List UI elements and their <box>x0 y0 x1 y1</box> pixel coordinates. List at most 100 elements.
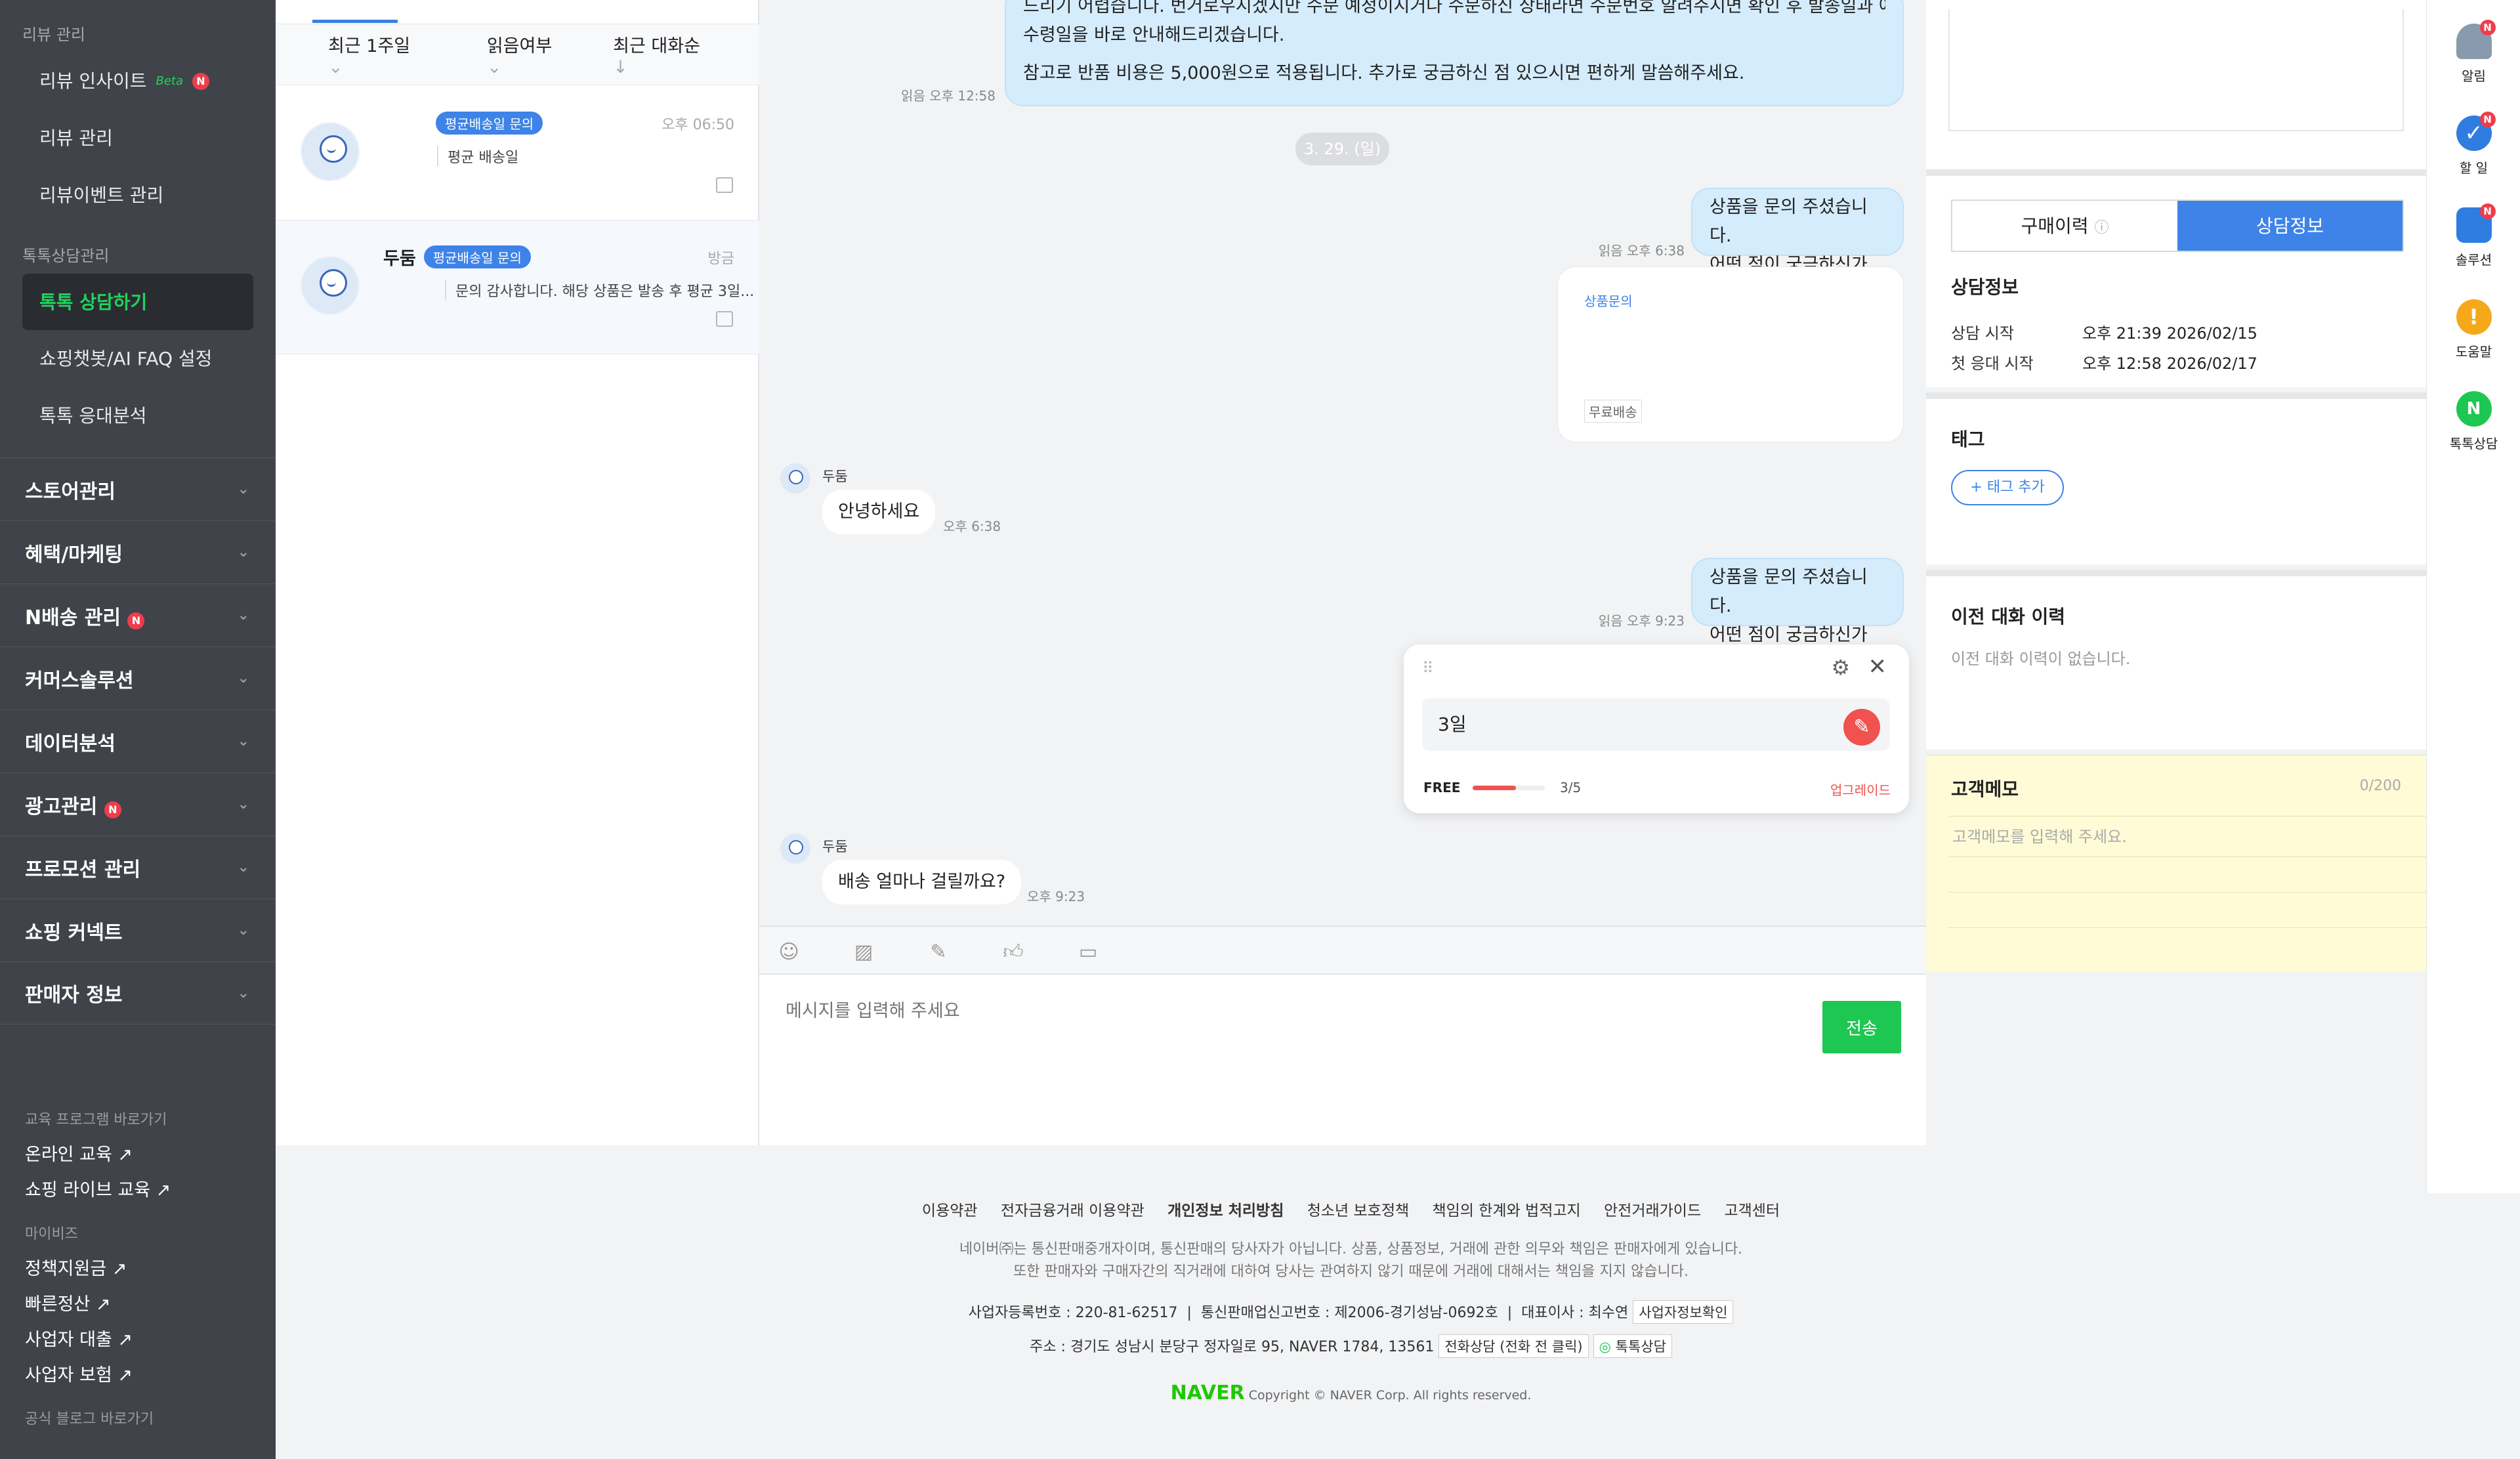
footer-copyright: NAVER Copyright © NAVER Corp. All rights… <box>1170 1382 1532 1405</box>
footer-link-support[interactable]: 고객센터 <box>1724 1202 1780 1219</box>
inquiry-tag: 평균배송일 문의 <box>423 245 531 268</box>
sidebar-group-seller[interactable]: 판매자 정보 ⌄ <box>0 962 276 1025</box>
rail-solutions[interactable]: N 솔루션 <box>2427 203 2520 268</box>
sidebar-group-store[interactable]: 스토어관리 ⌄ <box>0 457 276 520</box>
sidebar-group-data[interactable]: 데이터분석 ⌄ <box>0 709 276 772</box>
rail-notifications[interactable]: N 알림 <box>2427 20 2520 85</box>
phone-consult-button[interactable]: 전화상담 (전화 전 클릭) <box>1438 1334 1589 1358</box>
sidebar-group-marketing[interactable]: 혜택/마케팅 ⌄ <box>0 520 276 583</box>
pencil-icon[interactable]: ✎ <box>927 941 950 963</box>
composer: 전송 <box>759 975 1926 1145</box>
ai-wand-button[interactable]: ✎ <box>1843 709 1880 746</box>
chevron-down-icon: ⌄ <box>237 481 249 497</box>
active-tab-indicator <box>312 20 398 23</box>
blog-section-title: 공식 블로그 바로가기 <box>25 1411 154 1427</box>
sidebar-group-ads[interactable]: 광고관리 N ⌄ <box>0 772 276 835</box>
info-tabs: 구매이력 ⓘ 상담정보 <box>1951 200 2404 252</box>
drag-handle-icon[interactable]: ⠿ <box>1422 659 1434 677</box>
footer-link-privacy[interactable]: 개인정보 처리방침 <box>1167 1202 1284 1219</box>
filter-period[interactable]: 최근 1주일 ⌄ <box>302 32 444 77</box>
message-input[interactable] <box>786 1001 1770 1021</box>
thumbs-up-icon[interactable]: 👍︎ <box>1002 941 1024 963</box>
rail-todo[interactable]: ✓ N 할 일 <box>2427 112 2520 177</box>
edu-section-title: 교육 프로그램 바로가기 <box>25 1112 167 1128</box>
tab-purchase-history[interactable]: 구매이력 ⓘ <box>1952 201 2177 251</box>
footer: 이용약관 전자금융거래 이용약관 개인정보 처리방침 청소년 보호정책 책임의 … <box>276 1145 2426 1459</box>
footer-links: 이용약관 전자금융거래 이용약관 개인정보 처리방침 청소년 보호정책 책임의 … <box>276 1198 2426 1220</box>
footer-link-safety[interactable]: 안전거래가이드 <box>1604 1202 1701 1219</box>
tag-title: 태그 <box>1951 429 1985 450</box>
sidebar-group-connect[interactable]: 쇼핑 커넥트 ⌄ <box>0 899 276 962</box>
sidebar-item-talk-consult[interactable]: 톡톡 상담하기 <box>22 274 253 330</box>
image-icon[interactable]: ▨ <box>852 941 875 963</box>
footer-notice: 또한 판매자와 구매자간의 직거래에 대하여 당사는 관여하지 않기 때문에 거… <box>1013 1263 1689 1280</box>
sidebar-item-review-insight[interactable]: 리뷰 인사이트 Beta N <box>0 53 276 110</box>
chevron-down-icon: ⌄ <box>237 984 249 1002</box>
link-live-edu[interactable]: 쇼핑 라이브 교육 ↗ <box>0 1173 276 1208</box>
close-icon[interactable]: ✕ <box>1868 654 1887 680</box>
conversation-time: 방금 <box>707 251 734 267</box>
rail-help[interactable]: ! 도움말 <box>2427 299 2520 360</box>
gear-icon[interactable]: ⚙ <box>1831 655 1850 680</box>
sidebar-group-delivery[interactable]: N배송 관리 N ⌄ <box>0 583 276 646</box>
sidebar-group-promotion[interactable]: 프로모션 관리 ⌄ <box>0 835 276 899</box>
link-fast-settle[interactable]: 빠른정산 ↗ <box>0 1287 276 1322</box>
sidebar-item-chatbot-faq[interactable]: 쇼핑챗봇/AI FAQ 설정 <box>0 330 276 387</box>
link-policy-fund[interactable]: 정책지원금 ↗ <box>0 1252 276 1287</box>
conversation-item[interactable]: 두둠 평균배송일 문의 방금 문의 감사합니다. 해당 상품은 발송 후 평균 3… <box>276 221 759 354</box>
memo-count: 0/200 <box>2359 778 2401 794</box>
quick-reply-input[interactable]: 3일 ✎ <box>1422 698 1889 751</box>
incoming-message: 안녕하세요 <box>822 490 936 534</box>
naver-logo: NAVER <box>1170 1382 1245 1405</box>
sidebar-item-talk-analysis[interactable]: 톡톡 응대분석 <box>0 387 276 444</box>
open-link-icon[interactable] <box>716 311 733 327</box>
upgrade-link[interactable]: 업그레이드 <box>1830 780 1891 799</box>
send-button[interactable]: 전송 <box>1822 1001 1901 1053</box>
conversation-time: 오후 06:50 <box>662 117 734 133</box>
sidebar: 리뷰 관리 리뷰 인사이트 Beta N 리뷰 관리 리뷰이벤트 관리 톡톡상담관리… <box>0 0 276 1459</box>
chevron-down-icon: ⌄ <box>237 733 249 750</box>
sidebar-item-review-manage[interactable]: 리뷰 관리 <box>0 110 276 167</box>
help-icon: ! <box>2456 299 2492 335</box>
product-inquiry-label: 상품문의 <box>1584 293 1633 309</box>
arrow-down-icon: ↓ <box>613 57 628 77</box>
sort-select[interactable]: 최근 대화순 ↓ <box>587 32 733 77</box>
link-biz-insurance[interactable]: 사업자 보험 ↗ <box>0 1358 276 1393</box>
chevron-down-icon: ⌄ <box>237 607 249 624</box>
open-link-icon[interactable] <box>716 177 733 193</box>
chevron-down-icon: ⌄ <box>328 57 343 77</box>
footer-link-youth[interactable]: 청소년 보호정책 <box>1307 1202 1409 1219</box>
product-card[interactable]: 상품문의 무료배송 <box>1557 266 1904 442</box>
history-panel: 이전 대화 이력 이전 대화 이력이 없습니다. <box>1926 570 2426 750</box>
outgoing-message: 상품을 문의 주셨습니다. 어떤 점이 궁금하신가요? <box>1691 558 1904 674</box>
emoji-icon[interactable]: ☺ <box>778 941 800 963</box>
free-shipping-label: 무료배송 <box>1584 400 1642 423</box>
folder-icon[interactable]: ▭ <box>1077 941 1099 963</box>
footer-link-legal[interactable]: 책임의 한계와 법적고지 <box>1432 1202 1580 1219</box>
link-biz-loan[interactable]: 사업자 대출 ↗ <box>0 1322 276 1358</box>
check-icon: ✓ N <box>2456 112 2496 151</box>
add-tag-button[interactable]: + 태그 추가 <box>1951 470 2064 505</box>
preview-box <box>1948 9 2404 131</box>
talk-consult-button[interactable]: ◎ 톡톡상담 <box>1593 1334 1672 1358</box>
sidebar-group-commerce[interactable]: 커머스솔루션 ⌄ <box>0 646 276 709</box>
filter-read[interactable]: 읽음여부 ⌄ <box>461 32 587 77</box>
mybiz-section-title: 마이비즈 <box>25 1226 78 1242</box>
biz-check-button[interactable]: 사업자정보확인 <box>1633 1300 1734 1324</box>
footer-link-terms[interactable]: 이용약관 <box>922 1202 978 1219</box>
chevron-down-icon: ⌄ <box>237 670 249 687</box>
link-online-edu[interactable]: 온라인 교육 ↗ <box>0 1137 276 1173</box>
conversation-preview: 문의 감사합니다. 해당 상품은 발송 후 평균 3일... <box>445 280 754 301</box>
rail-talktalk[interactable]: N 톡톡상담 <box>2427 391 2520 452</box>
conversation-preview: 평균 배송일 <box>437 146 518 167</box>
tab-consult-info[interactable]: 상담정보 <box>2177 201 2403 251</box>
list-filter-bar: 최근 1주일 ⌄ 읽음여부 ⌄ 최근 대화순 ↓ <box>276 24 759 85</box>
avatar <box>301 122 360 181</box>
consult-start-row: 상담 시작 오후 21:39 2026/02/15 <box>1951 324 2258 343</box>
conversation-item[interactable]: 평균배송일 문의 오후 06:50 평균 배송일 <box>276 87 759 221</box>
sender-name: 두둠 <box>822 469 848 484</box>
right-top-panel <box>1926 0 2426 169</box>
footer-link-efinance[interactable]: 전자금융거래 이용약관 <box>1001 1202 1144 1219</box>
sidebar-item-review-event[interactable]: 리뷰이벤트 관리 <box>0 167 276 224</box>
memo-input[interactable]: 고객메모를 입력해 주세요. <box>1952 824 2127 847</box>
